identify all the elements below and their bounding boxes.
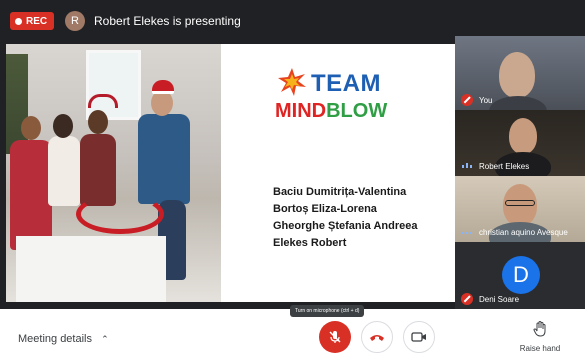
team-member-name: Baciu Dumitrița-Valentina — [273, 186, 407, 198]
mic-off-icon — [461, 94, 473, 106]
presenting-text: Robert Elekes is presenting — [94, 14, 241, 28]
participant-video — [499, 52, 535, 98]
mic-off-icon — [329, 331, 341, 343]
mic-off-icon — [461, 293, 473, 305]
photo-person — [48, 136, 80, 206]
photo-head — [88, 110, 108, 134]
participant-shoulders — [489, 96, 547, 110]
logo-blow-part: BLOW — [326, 100, 388, 122]
participant-name: Deni Soare — [479, 295, 520, 304]
logo-mindblow-text: MINDBLOW — [275, 100, 387, 123]
photo-head — [53, 114, 73, 138]
record-dot-icon — [15, 17, 22, 25]
presenter-avatar: R — [65, 11, 85, 31]
raise-hand-button[interactable]: Raise hand — [515, 320, 565, 353]
meet-window: REC R Robert Elekes is presenting TEAM M… — [0, 0, 585, 353]
hand-icon — [533, 320, 546, 337]
presentation-slide: TEAM MINDBLOW Baciu Dumitrița-Valentina … — [221, 44, 455, 302]
microphone-button[interactable] — [319, 321, 351, 353]
photo-person — [138, 114, 190, 204]
photo-christmas-tree — [6, 54, 28, 154]
chevron-up-icon: ⌃ — [101, 334, 109, 344]
mic-tooltip: Turn on microphone (ctrl + d) — [290, 305, 365, 317]
participant-tile-robert[interactable]: Robert Elekes — [455, 110, 585, 176]
participant-name: christian aquino Avesque — [479, 228, 568, 237]
participant-tile-you[interactable]: You — [455, 36, 585, 110]
logo-mind-part: MIND — [275, 100, 327, 122]
photo-head — [21, 116, 41, 140]
participant-name: Robert Elekes — [479, 162, 530, 171]
top-bar: REC R Robert Elekes is presenting — [0, 0, 585, 36]
glasses-icon — [505, 200, 535, 206]
speaking-indicator-icon — [462, 163, 474, 168]
speaking-indicator-icon — [462, 229, 474, 234]
raise-hand-label: Raise hand — [519, 344, 561, 353]
participant-tile-christian[interactable]: christian aquino Avesque — [455, 176, 585, 242]
team-member-name: Bortoș Eliza-Lorena — [273, 203, 377, 215]
participant-tile-deni[interactable]: D Deni Soare — [455, 242, 585, 309]
photo-santa-hat — [152, 80, 174, 94]
camera-icon — [411, 332, 426, 342]
participant-name: You — [479, 96, 493, 105]
photo-person — [10, 140, 52, 250]
rec-label: REC — [26, 15, 48, 27]
phone-hangup-icon — [370, 335, 384, 341]
team-member-name: Elekes Robert — [273, 237, 347, 249]
team-photo — [6, 44, 221, 302]
participant-video — [509, 118, 537, 154]
participant-avatar: D — [502, 256, 540, 294]
logo-team-text: TEAM — [311, 70, 381, 97]
photo-antlers — [88, 94, 118, 108]
photo-garland — [76, 194, 164, 234]
leave-call-button[interactable] — [361, 321, 393, 353]
meeting-details-label: Meeting details — [18, 333, 92, 345]
photo-table — [16, 236, 166, 302]
meeting-details-button[interactable]: Meeting details ⌃ — [18, 333, 109, 345]
recording-badge: REC — [10, 12, 54, 30]
camera-button[interactable] — [403, 321, 435, 353]
explosion-icon — [278, 68, 306, 96]
team-member-name: Gheorghe Ștefania Andreea — [273, 220, 418, 232]
team-member-list: Baciu Dumitrița-Valentina Bortoș Eliza-L… — [273, 184, 417, 252]
bottom-bar: Meeting details ⌃ Turn on microphone (ct… — [0, 305, 585, 353]
